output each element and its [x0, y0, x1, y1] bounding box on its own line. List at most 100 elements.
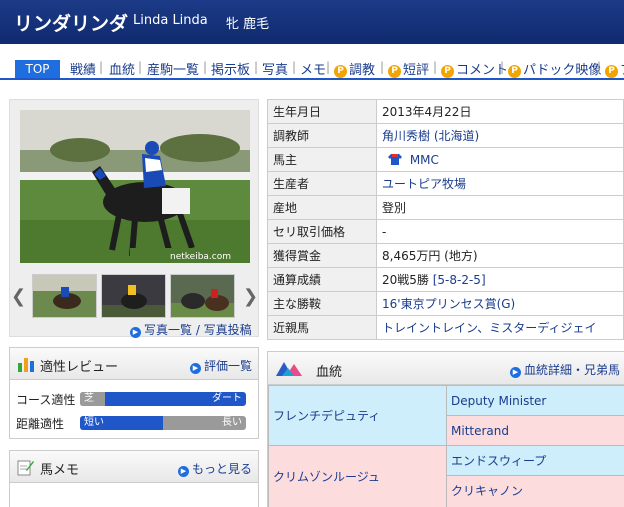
career-record: 20戦5勝 — [382, 273, 433, 287]
tab-top[interactable]: TOP — [15, 60, 60, 78]
nav-divider: | — [326, 60, 331, 74]
owner-silks-icon — [388, 153, 402, 165]
owner-link[interactable]: MMC — [410, 153, 439, 167]
profile-key: 産地 — [267, 195, 377, 220]
table-row: セリ取引価格 - — [267, 219, 624, 244]
horse-profile-table: 生年月日 2013年4月22日 調教師 角川秀樹 (北海道) 馬主 MMC 生産者ユ… — [267, 99, 624, 340]
tab-review[interactable]: P 短評 — [388, 59, 429, 78]
breeder-link[interactable]: ユートピア牧場 — [382, 177, 466, 191]
table-row: 馬主 MMC — [267, 147, 624, 172]
arrow-circle-icon: ▶ — [509, 367, 521, 378]
nav-divider: | — [138, 60, 143, 74]
distance-aptitude-label: 距離適性 — [16, 417, 65, 431]
profile-key: 主な勝鞍 — [267, 291, 377, 316]
tab-offspring[interactable]: 産駒一覧 — [147, 59, 199, 78]
bar-chart-icon — [18, 358, 34, 372]
pedigree-header: 血統 ▶ 血統詳細・兄弟馬 — [268, 352, 624, 385]
horse-sex-color: 牝 鹿毛 — [226, 17, 270, 32]
table-row: 産地 登別 — [267, 195, 624, 220]
tab-photos[interactable]: 写真 — [262, 59, 288, 78]
pedigree-sire-sire[interactable]: Deputy Minister — [446, 385, 624, 416]
pedigree-sire-dam[interactable]: Mitterand — [446, 415, 624, 446]
aptitude-review-panel: 適性レビュー ▶ 評価一覧 コース適性 芝 ダート 距離適性 短い 長い — [9, 347, 259, 439]
main-horse-photo[interactable]: netkeiba.com — [20, 110, 250, 263]
pedigree-title: 血統 — [316, 365, 343, 380]
table-row: 通算成績 20戦5勝 [5-8-2-5] — [267, 267, 624, 292]
nav-divider: | — [380, 60, 385, 74]
pedigree-detail-link[interactable]: ▶ 血統詳細・兄弟馬 — [509, 361, 620, 378]
nav-divider: | — [292, 60, 297, 74]
profile-key: セリ取引価格 — [267, 219, 377, 244]
birthplace: 登別 — [376, 195, 624, 220]
race-photo-image: netkeiba.com — [20, 110, 250, 263]
pedigree-dam[interactable]: クリムゾンルージュ — [268, 445, 447, 507]
course-right-label: ダート — [212, 393, 242, 404]
auction-price: - — [376, 219, 624, 244]
distance-aptitude-bar: 短い 長い — [80, 416, 246, 430]
nav-divider: | — [500, 60, 505, 74]
profile-key: 通算成績 — [267, 267, 377, 292]
next-photo-arrow-icon[interactable]: ❯ — [243, 286, 258, 307]
memo-pencil-icon — [17, 460, 34, 476]
table-row: 主な勝鞍 16'東京プリンセス賞(G) — [267, 291, 624, 316]
major-win-link[interactable]: 16'東京プリンセス賞(G) — [382, 297, 515, 311]
photo-panel: netkeiba.com ❮ ❯ ▶ 写真一覧 / 写真投稿 — [9, 99, 259, 338]
nav-divider: | — [433, 60, 438, 74]
course-aptitude-bar: 芝 ダート — [80, 392, 246, 406]
profile-key: 生産者 — [267, 171, 377, 196]
tab-comment[interactable]: P コメント — [441, 59, 508, 78]
profile-key: 獲得賞金 — [267, 243, 377, 268]
premium-icon: P — [441, 65, 454, 78]
tab-pedigree[interactable]: 血統 — [109, 59, 135, 78]
review-list-link[interactable]: ▶ 評価一覧 — [189, 357, 252, 374]
photo-list-link[interactable]: ▶ 写真一覧 / 写真投稿 — [130, 321, 252, 338]
tab-board[interactable]: 掲示板 — [211, 59, 250, 78]
svg-text:netkeiba.com: netkeiba.com — [170, 252, 231, 262]
distance-left-label: 短い — [84, 417, 104, 428]
prev-photo-arrow-icon[interactable]: ❮ — [11, 286, 26, 307]
profile-key: 調教師 — [267, 123, 377, 148]
photo-thumbnail[interactable] — [170, 274, 235, 318]
review-header: 適性レビュー ▶ 評価一覧 — [10, 348, 258, 380]
arrow-circle-icon: ▶ — [130, 327, 141, 338]
pedigree-sire[interactable]: フレンチデピュティ — [268, 385, 447, 446]
premium-icon: P — [388, 65, 401, 78]
trainer-link[interactable]: 角川秀樹 (北海道) — [382, 129, 479, 143]
horse-nav: TOP 戦績 | 血統 | 産駒一覧 | 掲示板 | 写真 | メモ | P 調教… — [0, 56, 624, 80]
tab-results[interactable]: 戦績 — [70, 59, 96, 78]
horse-name: リンダリンダ — [14, 13, 129, 35]
tab-training[interactable]: P 調教 — [334, 59, 375, 78]
distance-right-label: 長い — [222, 417, 242, 428]
memo-header: 馬メモ ▶ もっと見る — [10, 451, 258, 483]
career-record-link[interactable]: [5-8-2-5] — [433, 273, 486, 287]
memo-more-link[interactable]: ▶ もっと見る — [177, 460, 252, 477]
nav-divider: | — [203, 60, 208, 74]
review-title: 適性レビュー — [40, 360, 119, 375]
tab-paddock-video[interactable]: P パドック映像 — [508, 59, 601, 78]
pedigree-dam-dam[interactable]: クリキャノン — [446, 475, 624, 507]
nav-divider: | — [99, 60, 104, 74]
relatives-link[interactable]: トレイントレイン、ミスターディジェイ — [382, 321, 596, 335]
birth-date: 2013年4月22日 — [376, 99, 624, 124]
photo-thumbnail[interactable] — [101, 274, 166, 318]
profile-key: 馬主 — [267, 147, 377, 172]
photo-thumbnail[interactable] — [32, 274, 97, 318]
table-row: 調教師 角川秀樹 (北海道) — [267, 123, 624, 148]
profile-key: 近親馬 — [267, 315, 377, 340]
table-row: 近親馬 トレイントレイン、ミスターディジェイ — [267, 315, 624, 340]
arrow-circle-icon: ▶ — [177, 466, 189, 477]
pedigree-panel: 血統 ▶ 血統詳細・兄弟馬 フレンチデピュティ Deputy Minister M… — [267, 351, 624, 507]
tab-memo[interactable]: メモ — [300, 59, 326, 78]
nav-divider: | — [597, 60, 602, 74]
arrow-circle-icon: ▶ — [189, 363, 201, 374]
premium-icon: P — [334, 65, 347, 78]
course-aptitude-label: コース適性 — [16, 393, 76, 407]
table-row: 獲得賞金 8,465万円 (地方) — [267, 243, 624, 268]
tab-more[interactable]: Pプ — [605, 59, 624, 78]
prize-money: 8,465万円 (地方) — [376, 243, 624, 268]
horse-english-name: Linda Linda — [133, 13, 208, 28]
horse-header: リンダリンダ Linda Linda 牝 鹿毛 — [0, 0, 624, 44]
premium-icon: P — [605, 65, 618, 78]
pedigree-dam-sire[interactable]: エンドスウィープ — [446, 445, 624, 476]
table-row: 生産者 ユートピア牧場 — [267, 171, 624, 196]
